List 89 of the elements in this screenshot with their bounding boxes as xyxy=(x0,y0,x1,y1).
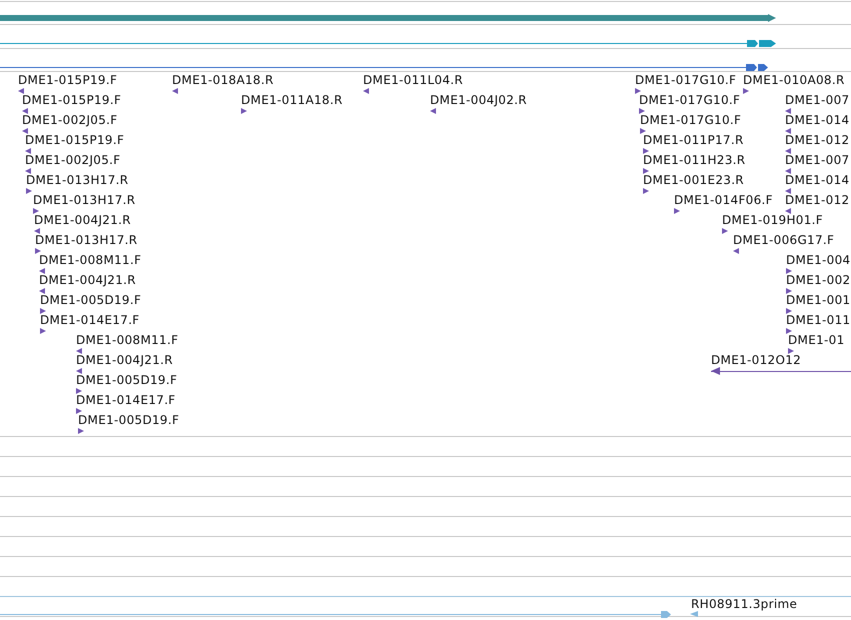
feature-label[interactable]: DME1-001 xyxy=(786,293,850,307)
feature-label[interactable]: DME1-011 xyxy=(786,313,850,327)
feature-label[interactable]: DME1-010A08.R xyxy=(743,73,845,87)
strand-arrow-icon[interactable] xyxy=(363,88,369,94)
feature-label[interactable]: DME1-018A18.R xyxy=(172,73,274,87)
strand-arrow-icon[interactable] xyxy=(25,148,31,154)
feature-label[interactable]: DME1-014E17.F xyxy=(40,313,140,327)
strand-arrow-icon[interactable] xyxy=(76,368,82,374)
strand-arrow-icon[interactable] xyxy=(22,128,28,134)
feature-label[interactable]: DME1-012O12 xyxy=(711,353,802,367)
feature-label[interactable]: DME1-014E17.F xyxy=(76,393,176,407)
strand-arrow-icon[interactable] xyxy=(643,148,649,154)
strand-arrow-icon[interactable] xyxy=(643,188,649,194)
strand-arrow-icon[interactable] xyxy=(39,288,45,294)
feature-label[interactable]: DME1-014 xyxy=(785,113,850,127)
strand-arrow-icon[interactable] xyxy=(674,208,680,214)
strand-arrow-icon[interactable] xyxy=(786,268,792,274)
strand-arrow-icon[interactable] xyxy=(25,168,31,174)
strand-arrow-icon[interactable] xyxy=(40,308,46,314)
feature-label[interactable]: DME1-01 xyxy=(788,333,845,347)
feature-label[interactable]: DME1-004J21.R xyxy=(76,353,173,367)
feature-label[interactable]: DME1-002 xyxy=(786,273,850,287)
feature-label[interactable]: DME1-017G10.F xyxy=(639,93,740,107)
feature-label[interactable]: DME1-015P19.F xyxy=(22,93,122,107)
feature-label[interactable]: DME1-001E23.R xyxy=(643,173,744,187)
feature-label[interactable]: DME1-005D19.F xyxy=(40,293,142,307)
est-label[interactable]: RH08911.3prime xyxy=(691,597,798,611)
strand-arrow-icon[interactable] xyxy=(640,128,646,134)
feature-label[interactable]: DME1-002J05.F xyxy=(25,153,120,167)
feature-label[interactable]: DME1-008M11.F xyxy=(76,333,178,347)
strand-arrow-icon[interactable] xyxy=(33,208,39,214)
strand-arrow-icon[interactable] xyxy=(785,208,791,214)
feature-label[interactable]: DME1-015P19.F xyxy=(25,133,124,147)
feature-label[interactable]: DME1-007 xyxy=(785,93,850,107)
feature-label[interactable]: DME1-004J02.R xyxy=(430,93,527,107)
strand-arrow-icon[interactable] xyxy=(78,428,84,434)
strand-arrow-icon[interactable] xyxy=(34,228,40,234)
strand-arrow-icon[interactable] xyxy=(241,108,247,114)
feature-label[interactable]: DME1-017G10.F xyxy=(640,113,742,127)
strand-arrow-icon[interactable] xyxy=(785,188,791,194)
strand-arrow-icon[interactable] xyxy=(788,348,794,354)
feature-label[interactable]: DME1-015P19.F xyxy=(18,73,118,87)
strand-arrow-icon[interactable] xyxy=(786,288,792,294)
strand-arrow-icon[interactable] xyxy=(18,88,24,94)
strand-arrow-icon[interactable] xyxy=(722,228,728,234)
strand-arrow-icon[interactable] xyxy=(635,88,641,94)
strand-arrow-icon[interactable] xyxy=(35,248,41,254)
feature-label[interactable]: DME1-007 xyxy=(785,153,850,167)
feature-label[interactable]: DME1-004 xyxy=(786,253,850,267)
feature-label[interactable]: DME1-002J05.F xyxy=(22,113,118,127)
strand-arrow-icon[interactable] xyxy=(785,148,791,154)
feature-label[interactable]: DME1-012 xyxy=(785,193,850,207)
strand-arrow-icon[interactable] xyxy=(733,248,739,254)
feature-label[interactable]: DME1-011A18.R xyxy=(241,93,343,107)
feature-label[interactable]: DME1-017G10.F xyxy=(635,73,736,87)
strand-arrow-icon[interactable] xyxy=(76,388,82,394)
strand-arrow-icon[interactable] xyxy=(639,108,645,114)
feature-line[interactable] xyxy=(711,367,851,375)
strand-arrow-icon[interactable] xyxy=(785,128,791,134)
feature-label[interactable]: DME1-011H23.R xyxy=(643,153,746,167)
strand-arrow-icon[interactable] xyxy=(430,108,436,114)
feature-label[interactable]: DME1-013H17.R xyxy=(33,193,136,207)
feature-label[interactable]: DME1-005D19.F xyxy=(76,373,178,387)
feature-label[interactable]: DME1-013H17.R xyxy=(26,173,128,187)
strand-arrow-icon[interactable] xyxy=(76,408,82,414)
feature-label[interactable]: DME1-011L04.R xyxy=(363,73,464,87)
strand-arrow-icon[interactable] xyxy=(39,268,45,274)
feature-label[interactable]: DME1-004J21.R xyxy=(39,273,136,287)
strand-arrow-icon[interactable] xyxy=(22,108,28,114)
feature-label[interactable]: DME1-012 xyxy=(785,133,850,147)
strand-arrow-icon[interactable] xyxy=(76,348,82,354)
strand-arrow-icon[interactable] xyxy=(643,168,649,174)
strand-arrow-icon[interactable] xyxy=(743,88,749,94)
feature-label[interactable]: DME1-014 xyxy=(785,173,850,187)
feature-label[interactable]: DME1-011P17.R xyxy=(643,133,744,147)
feature-label[interactable]: DME1-004J21.R xyxy=(34,213,131,227)
feature-label[interactable]: DME1-005D19.F xyxy=(78,413,180,427)
feature-label[interactable]: DME1-014F06.F xyxy=(674,193,773,207)
strand-arrow-icon[interactable] xyxy=(785,108,791,114)
strand-arrow-icon[interactable] xyxy=(785,168,791,174)
feature-label[interactable]: DME1-006G17.F xyxy=(733,233,834,247)
strand-arrow-icon[interactable] xyxy=(172,88,178,94)
feature-label[interactable]: DME1-013H17.R xyxy=(35,233,138,247)
strand-arrow-icon[interactable] xyxy=(786,308,792,314)
feature-label[interactable]: DME1-019H01.F xyxy=(722,213,823,227)
strand-arrow-icon[interactable] xyxy=(40,328,46,334)
strand-arrow-icon[interactable] xyxy=(786,328,792,334)
strand-arrow-icon[interactable] xyxy=(26,188,32,194)
feature-label[interactable]: DME1-008M11.F xyxy=(39,253,142,267)
